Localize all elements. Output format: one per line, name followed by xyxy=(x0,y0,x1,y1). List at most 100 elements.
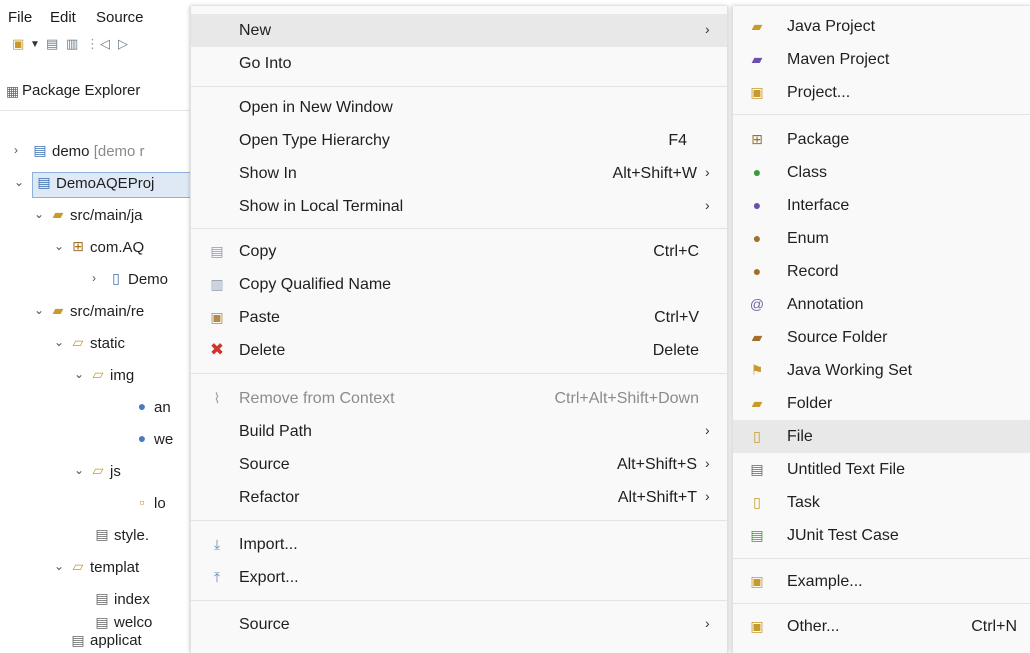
menu-item-label: Java Project xyxy=(787,18,876,35)
image-file-icon: ● xyxy=(137,398,147,414)
menu-item-label: Class xyxy=(787,164,828,181)
tree-row-demo[interactable]: › ▤ demo [demo r xyxy=(0,136,200,168)
menu-item-label: Record xyxy=(787,263,839,280)
chevron-right-icon: › xyxy=(705,21,710,37)
submenu-item-interface[interactable]: ● Interface xyxy=(733,189,1030,222)
menu-separator xyxy=(191,228,727,229)
submenu-item-maven-project[interactable]: ▰ Maven Project xyxy=(733,43,1030,76)
chevron-right-icon[interactable]: › xyxy=(92,271,96,285)
tree-row-static[interactable]: ⌄ ▱ static xyxy=(0,328,200,360)
submenu-item-java-working-set[interactable]: ⚑ Java Working Set xyxy=(733,354,1030,387)
tree-row-image-file[interactable]: ● we xyxy=(0,424,200,456)
tree-row-java-file[interactable]: › ▯ Demo xyxy=(0,264,200,296)
submenu-item-source-folder[interactable]: ▰ Source Folder xyxy=(733,321,1030,354)
menu-item-label: Package xyxy=(787,131,850,148)
menu-item-label: Delete xyxy=(239,342,286,359)
menu-item-copy-qualified-name[interactable]: ▥ Copy Qualified Name xyxy=(191,268,727,301)
text-file-icon: ▤ xyxy=(95,590,109,606)
back-icon[interactable]: ◁ xyxy=(100,36,110,52)
open-folder-icon: ▱ xyxy=(72,558,84,574)
tree-row-properties-file[interactable]: ▤ applicat xyxy=(0,632,200,653)
text-file-icon: ▤ xyxy=(71,632,85,648)
tree-row-image-file[interactable]: ● an xyxy=(0,392,200,424)
menu-item-open-type-hierarchy[interactable]: Open Type Hierarchy F4 xyxy=(191,124,727,157)
tree-row-package[interactable]: ⌄ ⊞ com.AQ xyxy=(0,232,200,264)
tree-row-html-file[interactable]: ▤ welco xyxy=(0,612,200,632)
submenu-item-package[interactable]: ⊞ Package xyxy=(733,123,1030,156)
menu-item-paste[interactable]: ▣ Paste Ctrl+V xyxy=(191,301,727,334)
save-icon[interactable]: ▤ xyxy=(46,36,58,52)
submenu-item-file[interactable]: ▯ File xyxy=(733,420,1030,453)
submenu-item-project[interactable]: ▣ Project... xyxy=(733,76,1030,109)
menu-item-open-in-new-window[interactable]: Open in New Window xyxy=(191,91,727,124)
menu-item-source-bottom[interactable]: Source › xyxy=(191,608,727,641)
menu-item-copy[interactable]: ▤ Copy Ctrl+C xyxy=(191,235,727,268)
submenu-item-untitled-text-file[interactable]: ▤ Untitled Text File xyxy=(733,453,1030,486)
chevron-down-icon[interactable]: ⌄ xyxy=(34,303,44,317)
menu-item-export[interactable]: ⤒ Export... xyxy=(191,561,727,594)
menu-item-source[interactable]: Source Alt+Shift+S › xyxy=(191,448,727,481)
submenu-item-record[interactable]: ● Record xyxy=(733,255,1030,288)
menu-source[interactable]: Source xyxy=(96,9,144,26)
menu-item-label: Open in New Window xyxy=(239,99,393,116)
submenu-item-task[interactable]: ▯ Task xyxy=(733,486,1030,519)
tree-row-project[interactable]: ⌄ ▤ DemoAQEProj xyxy=(0,168,200,200)
submenu-item-example[interactable]: ▣ Example... xyxy=(733,565,1030,598)
chevron-down-icon[interactable]: ⌄ xyxy=(14,175,24,189)
package-explorer-tab[interactable]: ▦ Package Explorer xyxy=(0,74,200,111)
chevron-down-icon[interactable]: ⌄ xyxy=(74,367,84,381)
menu-item-remove-from-context[interactable]: ⌇ Remove from Context Ctrl+Alt+Shift+Dow… xyxy=(191,382,727,415)
menu-item-refactor[interactable]: Refactor Alt+Shift+T › xyxy=(191,481,727,514)
tree-row-css-file[interactable]: ▤ style. xyxy=(0,520,200,552)
chevron-down-icon[interactable]: ⌄ xyxy=(54,559,64,573)
menu-item-go-into[interactable]: Go Into xyxy=(191,47,727,80)
open-folder-icon: ▱ xyxy=(72,334,84,350)
tree-row-templates[interactable]: ⌄ ▱ templat xyxy=(0,552,200,584)
forward-icon[interactable]: ▷ xyxy=(118,36,128,52)
menu-edit[interactable]: Edit xyxy=(50,9,76,26)
submenu-item-class[interactable]: ● Class xyxy=(733,156,1030,189)
menu-file[interactable]: File xyxy=(8,9,32,26)
menu-item-delete[interactable]: ✖ Delete Delete xyxy=(191,334,727,367)
new-wizard-icon[interactable]: ▣ xyxy=(12,36,24,52)
menu-separator xyxy=(733,558,1030,559)
submenu-item-annotation[interactable]: @ Annotation xyxy=(733,288,1030,321)
tree-row-src-main-resources[interactable]: ⌄ ▰ src/main/re xyxy=(0,296,200,328)
dropdown-arrow-icon[interactable]: ▼ xyxy=(30,39,40,50)
save-all-icon[interactable]: ▥ xyxy=(66,36,78,52)
open-folder-icon: ▱ xyxy=(92,366,104,382)
menu-item-label: File xyxy=(787,428,813,445)
menu-item-label: Open Type Hierarchy xyxy=(239,132,390,149)
tree-label: an xyxy=(154,399,171,416)
menu-separator xyxy=(733,603,1030,604)
chevron-down-icon[interactable]: ⌄ xyxy=(74,463,84,477)
menu-item-new[interactable]: New › xyxy=(191,14,727,47)
chevron-down-icon[interactable]: ⌄ xyxy=(34,207,44,221)
chevron-right-icon[interactable]: › xyxy=(14,143,18,157)
chevron-down-icon[interactable]: ⌄ xyxy=(54,335,64,349)
menu-separator xyxy=(733,114,1030,115)
tree-label: applicat xyxy=(90,632,142,649)
submenu-item-java-project[interactable]: ▰ Java Project xyxy=(733,10,1030,43)
tree-row-src-main-java[interactable]: ⌄ ▰ src/main/ja xyxy=(0,200,200,232)
tree-label: src/main/ja xyxy=(70,207,143,224)
open-folder-icon: ▱ xyxy=(92,462,104,478)
menu-item-show-in-local-terminal[interactable]: Show in Local Terminal › xyxy=(191,190,727,223)
menu-item-show-in[interactable]: Show In Alt+Shift+W › xyxy=(191,157,727,190)
chevron-down-icon[interactable]: ⌄ xyxy=(54,239,64,253)
menu-shortcut: Alt+Shift+T xyxy=(617,489,697,506)
maven-project-icon: ▰ xyxy=(751,51,763,67)
tree-row-img[interactable]: ⌄ ▱ img xyxy=(0,360,200,392)
project-icon: ▤ xyxy=(37,174,51,190)
menu-item-build-path[interactable]: Build Path › xyxy=(191,415,727,448)
submenu-item-other[interactable]: ▣ Other... Ctrl+N xyxy=(733,610,1030,643)
image-file-icon: ● xyxy=(137,430,147,446)
submenu-item-junit-test-case[interactable]: ▤ JUnit Test Case xyxy=(733,519,1030,552)
tree-row-js[interactable]: ⌄ ▱ js xyxy=(0,456,200,488)
submenu-item-folder[interactable]: ▰ Folder xyxy=(733,387,1030,420)
package-explorer-icon: ▦ xyxy=(6,83,20,99)
submenu-item-enum[interactable]: ● Enum xyxy=(733,222,1030,255)
tree-row-js-file[interactable]: ▫ lo xyxy=(0,488,200,520)
menu-item-import[interactable]: ⤓ Import... xyxy=(191,528,727,561)
chevron-right-icon: › xyxy=(705,615,710,631)
